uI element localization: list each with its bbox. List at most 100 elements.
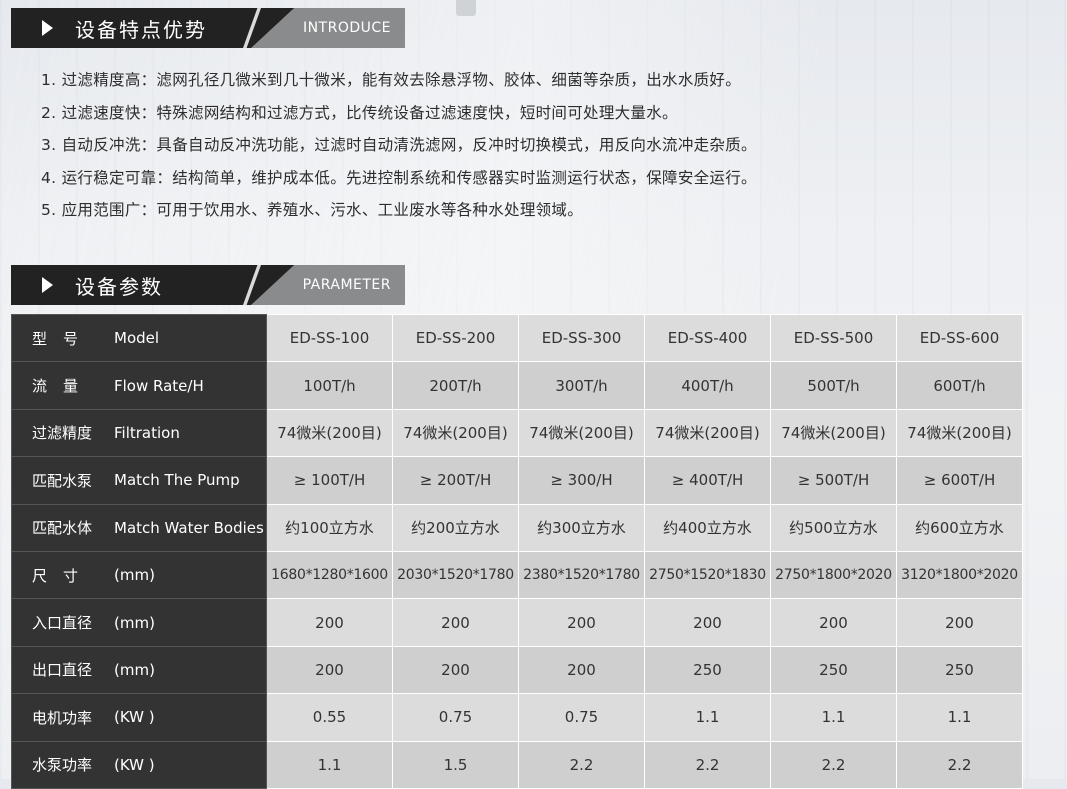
table-row: 出口直径 (mm) 200 200 200 250 250 250 [11, 645, 1023, 695]
row-label-en: Match The Pump [114, 471, 240, 490]
feature-item: 2. 过滤速度快：特殊滤网结构和过滤方式，比传统设备过滤速度快，短时间可处理大量… [41, 103, 678, 122]
table-cell: 200 [266, 598, 393, 647]
table-cell: 2030*1520*1780 [392, 550, 519, 600]
row-label-cn: 电机功率 [12, 707, 104, 728]
play-arrow-icon [42, 20, 53, 36]
parameter-title-block: 设备参数 [11, 265, 297, 305]
table-cell: 200 [644, 598, 771, 647]
row-label-cn: 出口直径 [12, 659, 104, 680]
row-label-cell: 匹配水泵 Match The Pump [11, 456, 267, 505]
table-cell: 1.1 [266, 740, 393, 789]
table-cell: ED-SS-600 [896, 313, 1023, 363]
table-cell: 200T/h [392, 361, 519, 410]
feature-item: 4. 运行稳定可靠：结构简单，维护成本低。先进控制系统和传感器实时监测运行状态，… [41, 168, 757, 187]
table-row: 过滤精度 Filtration 74微米(200目) 74微米(200目) 74微米(2… [11, 408, 1023, 458]
parameter-section-header: 设备参数 PARAMETER [11, 265, 405, 305]
table-row: 水泵功率 (KW ) 1.1 1.5 2.2 2.2 2.2 2.2 [11, 740, 1023, 789]
table-cell: 74微米(200目) [392, 408, 519, 458]
table-cell: 约400立方水 [644, 503, 771, 552]
row-label-cn-part: 号 [62, 329, 78, 348]
table-cell: 200 [518, 598, 645, 647]
table-cell: 400T/h [644, 361, 771, 410]
table-cell: 74微米(200目) [644, 408, 771, 458]
table-cell: 200 [392, 598, 519, 647]
table-cell: 200 [392, 645, 519, 695]
row-label-cell: 电机功率 (KW ) [11, 693, 267, 742]
table-cell: 约300立方水 [518, 503, 645, 552]
parameter-title-en: PARAMETER [302, 277, 391, 293]
table-cell: ≥ 300/H [518, 456, 645, 505]
row-label-cn-part: 入口直径 [32, 614, 93, 633]
table-cell: 500T/h [770, 361, 897, 410]
table-cell: ≥ 400T/H [644, 456, 771, 505]
row-label-cell: 匹配水体 Match Water Bodies [11, 503, 267, 552]
table-cell: 2380*1520*1780 [518, 550, 645, 600]
table-cell: 250 [644, 645, 771, 695]
row-label-cn: 流量 [12, 375, 104, 396]
row-label-cell: 过滤精度 Filtration [11, 408, 267, 458]
table-cell: 1.1 [644, 693, 771, 742]
table-cell: 2750*1800*2020 [770, 550, 897, 600]
row-label-cn: 匹配水体 [12, 517, 104, 538]
table-cell: 74微米(200目) [266, 408, 393, 458]
intro-title-en: INTRODUCE [302, 20, 391, 36]
row-label-en: Match Water Bodies [114, 518, 264, 537]
table-cell: 1.5 [392, 740, 519, 789]
play-arrow-icon [42, 277, 53, 293]
table-cell: 0.75 [392, 693, 519, 742]
row-label-cell: 型号 Model [11, 313, 267, 363]
feature-item: 5. 应用范围广：可用于饮用水、养殖水、污水、工业废水等各种水处理领域。 [41, 201, 584, 219]
feature-list: 1. 过滤精度高：滤网孔径几微米到几十微米，能有效去除悬浮物、胶体、细菌等杂质，… [41, 64, 757, 227]
table-cell: 约100立方水 [266, 503, 393, 552]
row-label-cn-part: 量 [62, 377, 78, 396]
table-row: 尺寸 (mm) 1680*1280*1600 2030*1520*1780 2380*1… [11, 550, 1023, 600]
table-cell: ≥ 500T/H [770, 456, 897, 505]
table-cell: ED-SS-500 [770, 313, 897, 363]
table-row: 入口直径 (mm) 200 200 200 200 200 200 [11, 598, 1023, 647]
row-label-cn-part: 出口直径 [32, 661, 93, 680]
table-cell: ED-SS-200 [392, 313, 519, 363]
table-cell: 0.55 [266, 693, 393, 742]
intro-title-block: 设备特点优势 [11, 8, 297, 48]
table-row: 电机功率 (KW ) 0.55 0.75 0.75 1.1 1.1 1.1 [11, 693, 1023, 742]
table-cell: 2.2 [770, 740, 897, 789]
row-label-cell: 入口直径 (mm) [11, 598, 267, 647]
table-cell: ≥ 100T/H [266, 456, 393, 505]
row-label-cell: 尺寸 (mm) [11, 550, 267, 600]
table-cell: 1.1 [770, 693, 897, 742]
row-label-en: Model [114, 329, 160, 348]
row-label-en: Filtration [114, 423, 180, 442]
parameter-table: 型号 Model ED-SS-100 ED-SS-200 ED-SS-300 ED-SS-… [11, 313, 1023, 789]
row-label-cn: 过滤精度 [12, 422, 104, 443]
table-cell: 2.2 [518, 740, 645, 789]
table-cell: 74微米(200目) [896, 408, 1023, 458]
row-label-cell: 水泵功率 (KW ) [11, 740, 267, 789]
table-cell: ED-SS-300 [518, 313, 645, 363]
table-cell: 2750*1520*1830 [644, 550, 771, 600]
row-label-cn-part: 匹配水体 [32, 519, 93, 538]
row-label-en: (mm) [114, 660, 155, 679]
row-label-cn-part: 型 [32, 329, 48, 348]
table-cell: 200 [266, 645, 393, 695]
table-cell: 74微米(200目) [518, 408, 645, 458]
table-cell: 约500立方水 [770, 503, 897, 552]
table-row: 匹配水体 Match Water Bodies 约100立方水 约200立方水 约300… [11, 503, 1023, 552]
row-label-cn-part: 匹配水泵 [32, 471, 93, 490]
table-cell: 1.1 [896, 693, 1023, 742]
table-row: 流量 Flow Rate/H 100T/h 200T/h 300T/h 400T/h 500… [11, 361, 1023, 410]
row-label-cell: 流量 Flow Rate/H [11, 361, 267, 410]
table-row: 匹配水泵 Match The Pump ≥ 100T/H ≥ 200T/H ≥ 300/… [11, 456, 1023, 505]
row-label-en: (mm) [114, 566, 155, 585]
row-label-cn-part: 电机功率 [32, 708, 93, 727]
row-label-cn: 入口直径 [12, 612, 104, 633]
row-label-cn: 匹配水泵 [12, 470, 104, 491]
row-label-cn: 型号 [12, 328, 104, 349]
table-cell: 200 [770, 598, 897, 647]
feature-item: 1. 过滤精度高：滤网孔径几微米到几十微米，能有效去除悬浮物、胶体、细菌等杂质，… [41, 71, 742, 89]
table-cell: 300T/h [518, 361, 645, 410]
table-cell: 250 [896, 645, 1023, 695]
feature-item: 3. 自动反冲洗：具备自动反冲洗功能，过滤时自动清洗滤网，反冲时切换模式，用反向… [41, 136, 757, 154]
table-cell: 3120*1800*2020 [896, 550, 1023, 600]
table-cell: 约200立方水 [392, 503, 519, 552]
table-row: 型号 Model ED-SS-100 ED-SS-200 ED-SS-300 ED-SS-… [11, 313, 1023, 363]
